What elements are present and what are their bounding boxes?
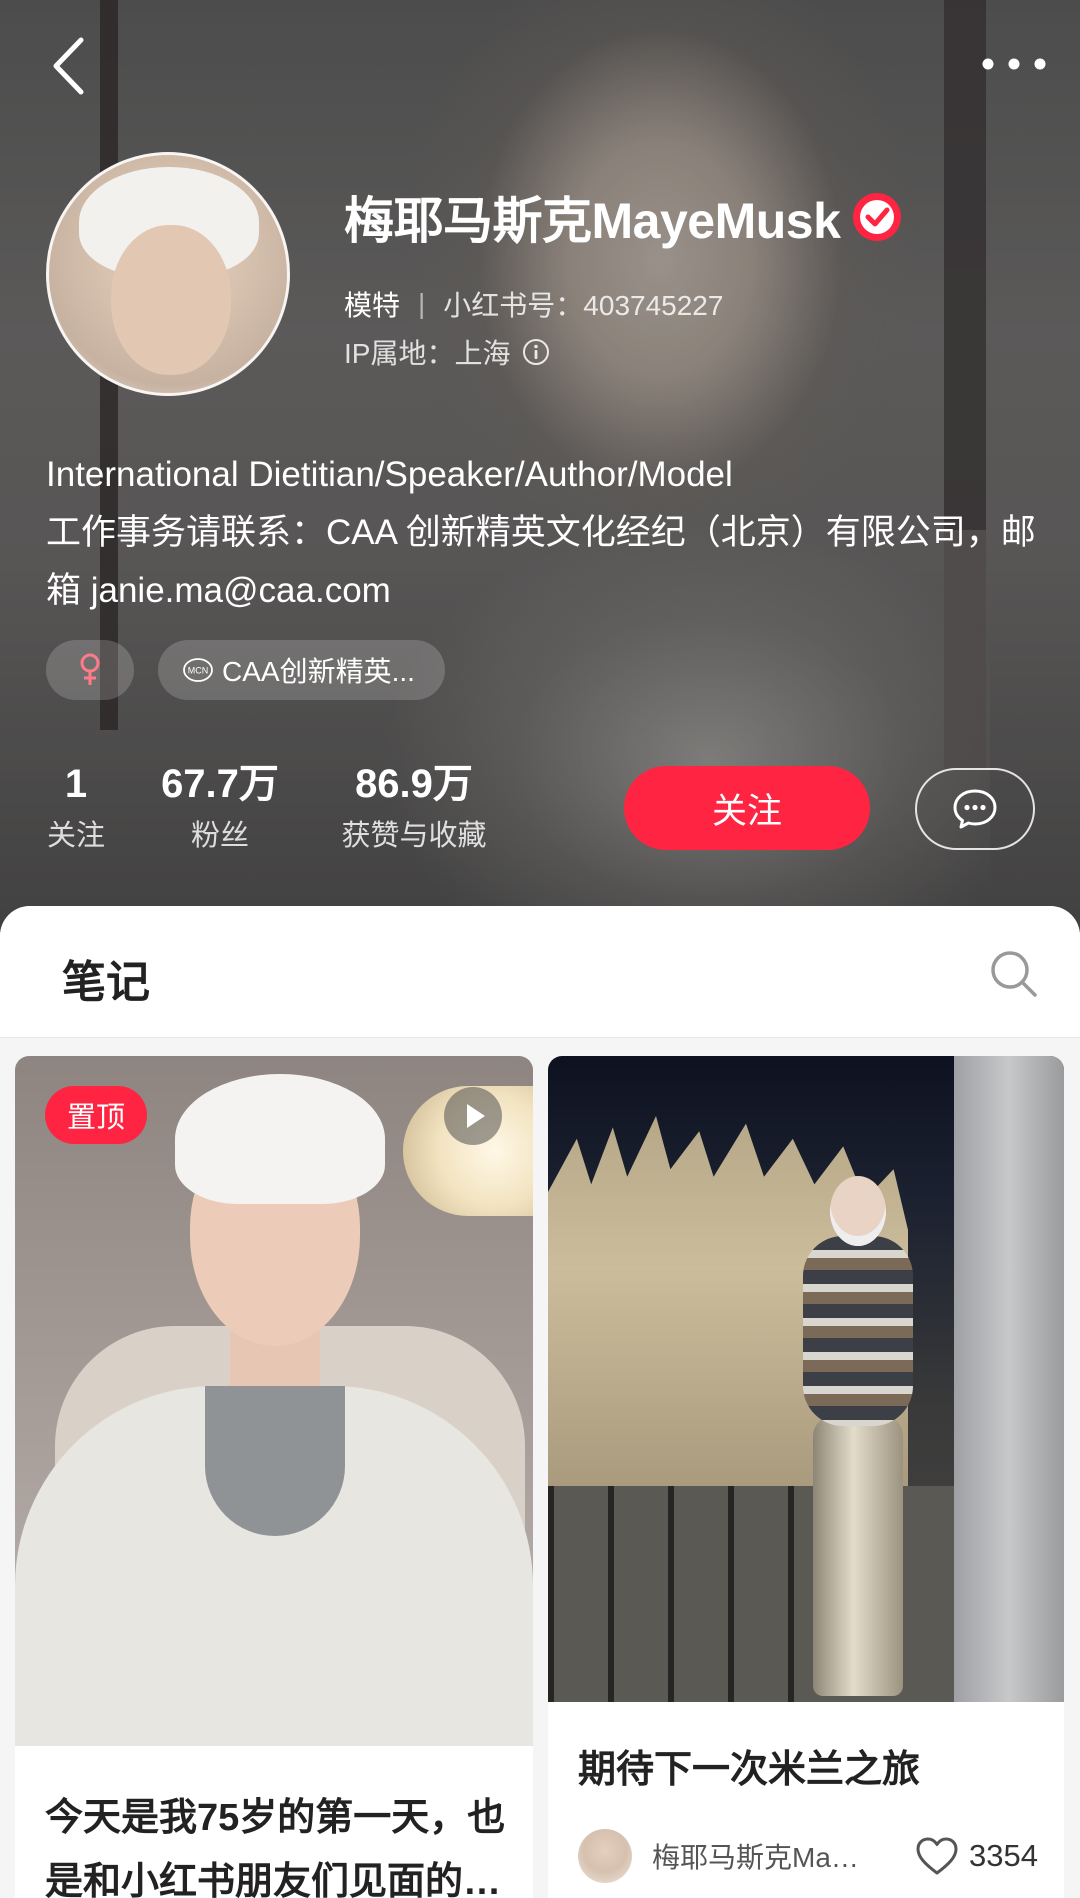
note-title: 期待下一次米兰之旅 (578, 1749, 921, 1791)
bio-line: 工作事务请联系：CAA 创新精英文化经纪（北京）有限公司，邮箱 janie.ma… (46, 513, 1036, 610)
search-icon[interactable] (988, 948, 1040, 1000)
follow-button[interactable]: 关注 (624, 766, 870, 850)
notes-tabbar: 笔记 (0, 906, 1080, 1038)
heart-icon (916, 1837, 958, 1875)
stat-value: 86.9万 (355, 762, 473, 806)
stat-label: 获赞与收藏 (341, 820, 487, 852)
note-card[interactable]: 置顶 今天是我75岁的第一天，也是和小红书朋友们见面的第一天 (15, 1056, 533, 1898)
profile-name: 梅耶马斯克MayeMusk (344, 193, 841, 249)
mcn-label: CAA创新精英... (222, 656, 415, 687)
back-button[interactable] (40, 30, 96, 102)
verified-icon[interactable] (852, 192, 902, 242)
like-count: 3354 (969, 1838, 1038, 1873)
profile-meta: 模特 | 小红书号：403745227 (344, 284, 723, 324)
bio-line: International Dietitian/Speaker/Author/M… (46, 455, 733, 494)
info-icon[interactable] (522, 338, 550, 366)
back-arrow-icon (53, 37, 84, 95)
stat-fans[interactable]: 67.7万 粉丝 (148, 760, 292, 858)
stat-label: 粉丝 (190, 820, 249, 852)
profile-name-row: 梅耶马斯克MayeMusk (344, 182, 902, 252)
mcn-tag[interactable]: MCN CAA创新精英... (158, 640, 445, 700)
stat-likes-collections[interactable]: 86.9万 获赞与收藏 (332, 760, 496, 858)
note-cover-image (15, 1056, 533, 1746)
stat-value: 67.7万 (161, 762, 279, 806)
svg-text:MCN: MCN (188, 666, 209, 676)
stat-following[interactable]: 1 关注 (46, 760, 106, 858)
note-title: 今天是我75岁的第一天，也是和小红书朋友们见面的第一天 (45, 1797, 506, 1898)
meta-divider: | (418, 288, 426, 319)
tab-notes[interactable]: 笔记 (62, 946, 150, 1010)
avatar[interactable] (46, 152, 290, 396)
notes-sheet: 笔记 置顶 今天是我75岁的第一天，也是和小红书朋友们见面的第一天 (0, 906, 1080, 1898)
note-author-row: 梅耶马斯克MayeMusk 3354 (578, 1828, 1038, 1884)
message-button[interactable] (915, 768, 1035, 850)
ip-location: IP属地：上海 (344, 338, 511, 369)
profile-header: 梅耶马斯克MayeMusk 模特 | 小红书号：403745227 IP属地：上… (0, 0, 1080, 940)
profile-bio: International Dietitian/Speaker/Author/M… (46, 446, 1036, 620)
like-button[interactable]: 3354 (915, 1836, 1038, 1876)
more-button[interactable] (976, 40, 1052, 88)
mcn-icon: MCN (183, 658, 213, 682)
female-icon (80, 653, 100, 685)
note-card[interactable]: 期待下一次米兰之旅 梅耶马斯克MayeMusk 3354 (548, 1056, 1064, 1898)
profile-role: 模特 (344, 290, 401, 321)
gender-tag (46, 640, 134, 700)
stat-value: 1 (64, 762, 88, 806)
pinned-badge: 置顶 (45, 1086, 147, 1144)
more-icon (982, 58, 1046, 70)
author-avatar[interactable] (578, 1829, 632, 1883)
red-id[interactable]: 小红书号：403745227 (443, 284, 723, 324)
author-name[interactable]: 梅耶马斯克MayeMusk (652, 1836, 862, 1876)
ip-location-row[interactable]: IP属地：上海 (344, 332, 550, 372)
play-icon (444, 1087, 502, 1145)
stat-label: 关注 (46, 820, 105, 852)
message-icon (953, 789, 997, 829)
note-cover-image (548, 1056, 1064, 1702)
